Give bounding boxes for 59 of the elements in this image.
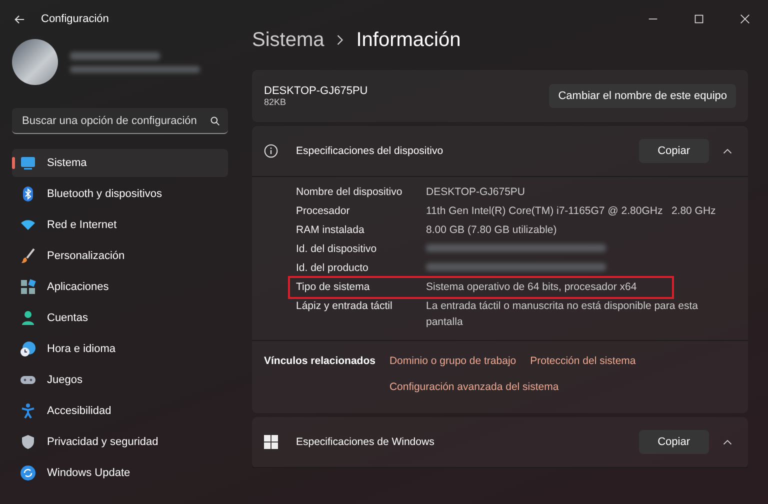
sidebar-item[interactable]: Windows Update (12, 459, 228, 487)
spec-label: RAM instalada (296, 223, 366, 238)
sidebar-item[interactable]: Privacidad y seguridad (12, 428, 228, 456)
search-icon (210, 116, 220, 126)
rename-button[interactable]: Cambiar el nombre de este equipo (549, 84, 736, 108)
chevron-up-icon[interactable] (723, 439, 732, 445)
bluetooth-icon (20, 186, 36, 202)
related-link[interactable]: Configuración avanzada del sistema (389, 381, 559, 393)
shield-icon (20, 434, 36, 450)
sidebar-item[interactable]: Cuentas (12, 304, 228, 332)
info-icon (264, 144, 278, 158)
person-icon (20, 310, 36, 326)
breadcrumb-item[interactable]: Sistema (252, 28, 324, 52)
selection-indicator (12, 157, 15, 169)
sidebar-item[interactable]: Aplicaciones (12, 273, 228, 301)
spec-value: DESKTOP-GJ675PU (426, 185, 526, 200)
spec-label: Id. del dispositivo (296, 242, 378, 257)
window-title: Configuración (41, 13, 109, 25)
sync-icon (20, 465, 36, 481)
spec-value: La entrada táctil o manuscrita no está disponible para esta pantalla (426, 299, 700, 330)
related-link[interactable]: Protección del sistema (530, 355, 636, 367)
breadcrumb-item: Información (356, 28, 461, 52)
sidebar-item[interactable]: Hora e idioma (12, 335, 228, 363)
copy-button[interactable]: Copiar (638, 430, 709, 454)
wifi-icon (20, 217, 36, 233)
sidebar-item[interactable]: Red e Internet (12, 211, 228, 239)
paintbrush-icon (20, 248, 36, 264)
section-title: Especificaciones del dispositivo (296, 145, 444, 157)
search-field[interactable]: Buscar una opción de configuración (12, 108, 228, 134)
spec-label: Procesador (296, 204, 351, 219)
copy-button[interactable]: Copiar (638, 139, 709, 163)
sidebar-item[interactable]: Juegos (12, 366, 228, 394)
related-links-label: Vínculos relacionados (264, 355, 376, 369)
device-name: DESKTOP-GJ675PU (264, 85, 369, 97)
monitor-icon (20, 155, 36, 171)
windows-logo-icon (264, 435, 278, 449)
close-icon[interactable] (740, 14, 750, 24)
apps-icon (20, 279, 36, 295)
spec-label: Nombre del dispositivo (296, 185, 404, 200)
chevron-up-icon[interactable] (723, 148, 732, 154)
globe-clock-icon (20, 341, 36, 357)
spec-label: Lápiz y entrada táctil (296, 299, 394, 314)
chevron-right-icon (336, 34, 344, 46)
sidebar-item[interactable]: Accesibilidad (12, 397, 228, 425)
spec-value: 8.00 GB (7.80 GB utilizable) (426, 223, 558, 238)
spec-label: Id. del producto (296, 261, 370, 276)
back-arrow-icon[interactable] (14, 14, 25, 24)
maximize-icon[interactable] (694, 14, 704, 24)
avatar-photo-placeholder (12, 39, 58, 85)
section-title: Especificaciones de Windows (296, 436, 436, 448)
sidebar-item[interactable]: Bluetooth y dispositivos (12, 180, 228, 208)
spec-value: Sistema operativo de 64 bits, procesador x64 (426, 280, 638, 295)
device-model: 82KB (264, 97, 288, 107)
spec-value: 11th Gen Intel(R) Core(TM) i7-1165G7 @ 2.80GHz 2.80 GHz (426, 204, 717, 219)
sidebar-item[interactable]: Sistema (12, 149, 228, 177)
spec-label: Tipo de sistema (296, 280, 371, 295)
sidebar-item[interactable]: Personalización (12, 242, 228, 270)
accessibility-icon (20, 403, 36, 419)
related-link[interactable]: Dominio o grupo de trabajo (389, 355, 516, 367)
